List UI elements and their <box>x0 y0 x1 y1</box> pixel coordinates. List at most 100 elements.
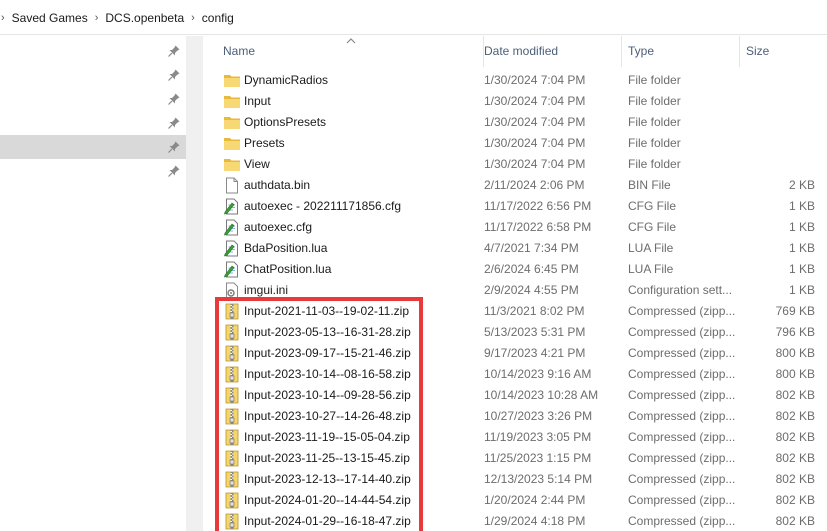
file-row[interactable]: Input-2024-01-29--16-18-47.zip 1/29/2024 … <box>203 511 827 531</box>
navigation-pane-scrollbar[interactable] <box>186 36 203 531</box>
file-date-modified: 12/13/2023 5:14 PM <box>484 472 593 486</box>
file-date-modified: 1/30/2024 7:04 PM <box>484 94 586 108</box>
pin-icon <box>168 93 180 105</box>
file-type: File folder <box>628 94 681 108</box>
quick-access-item[interactable] <box>0 39 186 63</box>
chevron-right-icon[interactable]: › <box>0 9 12 27</box>
pin-icon <box>168 141 180 153</box>
chevron-right-icon[interactable]: › <box>184 9 202 27</box>
file-type: Configuration sett... <box>628 283 733 297</box>
file-row[interactable]: OptionsPresets 1/30/2024 7:04 PM File fold… <box>203 112 827 133</box>
file-row[interactable]: DynamicRadios 1/30/2024 7:04 PM File folde… <box>203 70 827 91</box>
file-type: Compressed (zipp... <box>628 472 736 486</box>
breadcrumb-segment-saved-games[interactable]: Saved Games <box>12 9 88 27</box>
quick-access-item[interactable] <box>0 87 186 111</box>
breadcrumb-segment-dcs-openbeta[interactable]: DCS.openbeta <box>105 9 184 27</box>
file-row[interactable]: Input-2023-10-27--14-26-48.zip 10/27/2023… <box>203 406 827 427</box>
file-row[interactable]: Input-2023-12-13--17-14-40.zip 12/13/2023… <box>203 469 827 490</box>
file-size: 802 KB <box>775 388 815 402</box>
file-type: Compressed (zipp... <box>628 325 736 339</box>
folder-icon <box>223 135 241 152</box>
breadcrumb-segment-config[interactable]: config <box>202 9 234 27</box>
file-name: Input-2023-10-14--08-16-58.zip <box>244 367 411 381</box>
column-header-name[interactable]: Name <box>217 36 484 67</box>
quick-access-item[interactable] <box>0 159 186 183</box>
file-type: LUA File <box>628 241 674 255</box>
file-size: 800 KB <box>775 346 815 360</box>
file-type: LUA File <box>628 262 674 276</box>
file-row[interactable]: imgui.ini 2/9/2024 4:55 PM Configuration s… <box>203 280 827 301</box>
file-name: Input-2024-01-29--16-18-47.zip <box>244 514 411 528</box>
file-type: Compressed (zipp... <box>628 367 736 381</box>
file-row[interactable]: BdaPosition.lua 4/7/2021 7:34 PM LUA File 1… <box>203 238 827 259</box>
edit-file-icon <box>223 198 241 215</box>
zip-icon <box>223 387 241 404</box>
file-size: 2 KB <box>788 178 815 192</box>
file-row[interactable]: Input-2021-11-03--19-02-11.zip 11/3/2021 … <box>203 301 827 322</box>
folder-icon <box>223 114 241 131</box>
file-type: Compressed (zipp... <box>628 451 736 465</box>
file-date-modified: 10/14/2023 9:16 AM <box>484 367 592 381</box>
file-row[interactable]: autoexec - 202211171856.cfg 11/17/2022 6:… <box>203 196 827 217</box>
file-row[interactable]: authdata.bin 2/11/2024 2:06 PM BIN File 2 K… <box>203 175 827 196</box>
file-size: 802 KB <box>775 514 815 528</box>
file-date-modified: 9/17/2023 4:21 PM <box>484 346 586 360</box>
file-row[interactable]: Input-2023-09-17--15-21-46.zip 9/17/2023 … <box>203 343 827 364</box>
address-bar[interactable]: › Saved Games › DCS.openbeta › config <box>0 0 827 35</box>
quick-access-item[interactable] <box>0 63 186 87</box>
file-row[interactable]: autoexec.cfg 11/17/2022 6:58 PM CFG File 1 … <box>203 217 827 238</box>
breadcrumb: › Saved Games › DCS.openbeta › config <box>0 9 234 27</box>
navigation-pane <box>0 36 186 531</box>
file-size: 769 KB <box>775 304 815 318</box>
zip-icon <box>223 429 241 446</box>
file-type: Compressed (zipp... <box>628 304 736 318</box>
file-row[interactable]: Input-2024-01-20--14-44-54.zip 1/20/2024 … <box>203 490 827 511</box>
file-date-modified: 10/27/2023 3:26 PM <box>484 409 593 423</box>
zip-icon <box>223 492 241 509</box>
folder-icon <box>223 72 241 89</box>
quick-access-item[interactable] <box>0 135 186 159</box>
file-size: 1 KB <box>788 241 815 255</box>
file-type: File folder <box>628 73 681 87</box>
file-row[interactable]: Input-2023-11-19--15-05-04.zip 11/19/2023… <box>203 427 827 448</box>
file-date-modified: 11/17/2022 6:56 PM <box>484 199 592 213</box>
file-date-modified: 1/29/2024 4:18 PM <box>484 514 586 528</box>
file-date-modified: 10/14/2023 10:28 AM <box>484 388 599 402</box>
file-date-modified: 2/9/2024 4:55 PM <box>484 283 579 297</box>
file-type: Compressed (zipp... <box>628 346 736 360</box>
column-header-date-modified[interactable]: Date modified <box>478 36 622 67</box>
file-size: 1 KB <box>788 283 815 297</box>
file-row[interactable]: Input-2023-05-13--16-31-28.zip 5/13/2023 … <box>203 322 827 343</box>
file-date-modified: 5/13/2023 5:31 PM <box>484 325 586 339</box>
file-date-modified: 4/7/2021 7:34 PM <box>484 241 579 255</box>
file-date-modified: 2/6/2024 6:45 PM <box>484 262 579 276</box>
file-type: Compressed (zipp... <box>628 388 736 402</box>
file-size: 802 KB <box>775 430 815 444</box>
file-name: Input-2024-01-20--14-44-54.zip <box>244 493 411 507</box>
file-list[interactable]: DynamicRadios 1/30/2024 7:04 PM File folde… <box>203 70 827 531</box>
file-row[interactable]: View 1/30/2024 7:04 PM File folder <box>203 154 827 175</box>
file-row[interactable]: Input-2023-11-25--13-15-45.zip 11/25/2023… <box>203 448 827 469</box>
file-date-modified: 1/30/2024 7:04 PM <box>484 136 586 150</box>
file-type: Compressed (zipp... <box>628 409 736 423</box>
file-row[interactable]: ChatPosition.lua 2/6/2024 6:45 PM LUA File… <box>203 259 827 280</box>
file-row[interactable]: Input 1/30/2024 7:04 PM File folder <box>203 91 827 112</box>
file-size: 800 KB <box>775 367 815 381</box>
column-header-type[interactable]: Type <box>622 36 740 67</box>
file-size: 802 KB <box>775 472 815 486</box>
quick-access-item[interactable] <box>0 111 186 135</box>
zip-icon <box>223 366 241 383</box>
file-row[interactable]: Input-2023-10-14--09-28-56.zip 10/14/2023… <box>203 385 827 406</box>
file-row[interactable]: Input-2023-10-14--08-16-58.zip 10/14/2023… <box>203 364 827 385</box>
file-name: Input-2023-10-27--14-26-48.zip <box>244 409 411 423</box>
pin-icon <box>168 117 180 129</box>
file-name: DynamicRadios <box>244 73 329 87</box>
file-name: Input-2023-11-25--13-15-45.zip <box>244 451 410 465</box>
file-name: ChatPosition.lua <box>244 262 332 276</box>
file-date-modified: 1/30/2024 7:04 PM <box>484 73 586 87</box>
file-row[interactable]: Presets 1/30/2024 7:04 PM File folder <box>203 133 827 154</box>
column-header-size[interactable]: Size <box>740 36 827 67</box>
chevron-right-icon[interactable]: › <box>88 9 106 27</box>
file-name: imgui.ini <box>244 283 289 297</box>
file-size: 1 KB <box>788 199 815 213</box>
